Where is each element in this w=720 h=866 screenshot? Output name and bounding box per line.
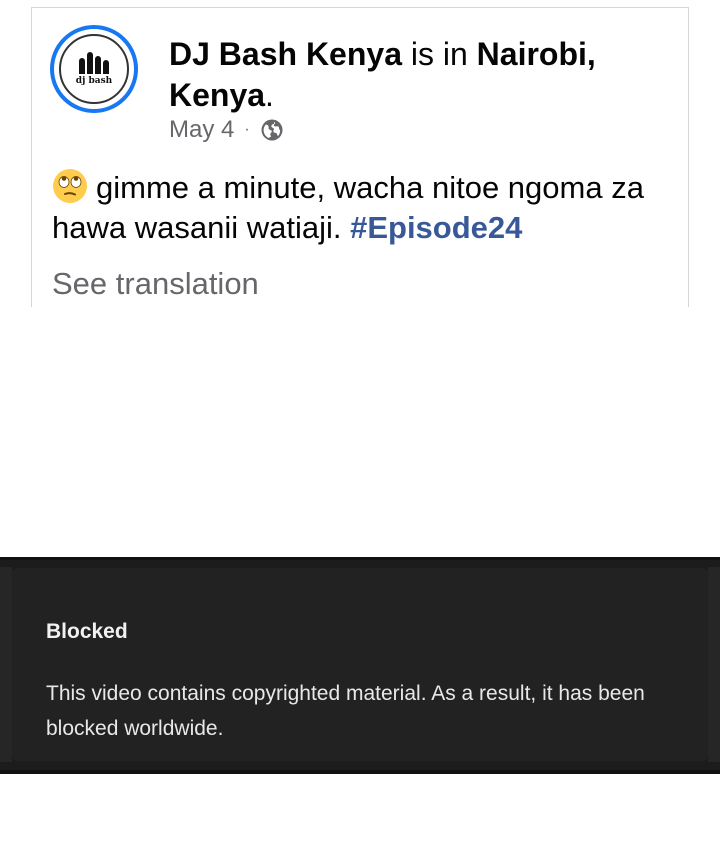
post-date[interactable]: May 4 — [169, 116, 234, 144]
video-bottom-edge — [0, 770, 720, 774]
post-card: dj bash DJ Bash Kenya is in Nairobi, Ken… — [31, 7, 689, 307]
hashtag-link[interactable]: #Episode24 — [350, 210, 522, 245]
video-player[interactable]: Blocked This video contains copyrighted … — [0, 557, 720, 774]
blocked-title: Blocked — [46, 620, 128, 643]
header-connector: is in — [401, 36, 477, 72]
post-body: gimme a minute, wacha nitoe ngoma za haw… — [52, 168, 682, 248]
video-top-edge — [0, 557, 720, 560]
post-text: gimme a minute, wacha nitoe ngoma za haw… — [52, 170, 644, 245]
video-right-edge — [708, 567, 720, 762]
globe-icon[interactable] — [260, 118, 284, 142]
video-left-edge — [0, 567, 12, 762]
dj-bash-logo: dj bash — [59, 34, 129, 104]
page-avatar[interactable]: dj bash — [50, 25, 138, 113]
logo-text: dj bash — [75, 76, 113, 86]
blocked-message: This video contains copyrighted material… — [46, 682, 645, 740]
post-header: DJ Bash Kenya is in Nairobi, Kenya. — [169, 34, 669, 116]
blocked-notice: Blocked This video contains copyrighted … — [12, 568, 708, 761]
post-meta: May 4 · — [169, 115, 284, 145]
face-with-rolling-eyes-icon — [53, 169, 87, 203]
author-name[interactable]: DJ Bash Kenya — [169, 36, 402, 72]
see-translation-link[interactable]: See translation — [52, 266, 259, 302]
header-trailing: . — [265, 77, 274, 113]
meta-separator: · — [244, 121, 250, 138]
logo-mark-icon — [79, 52, 109, 74]
